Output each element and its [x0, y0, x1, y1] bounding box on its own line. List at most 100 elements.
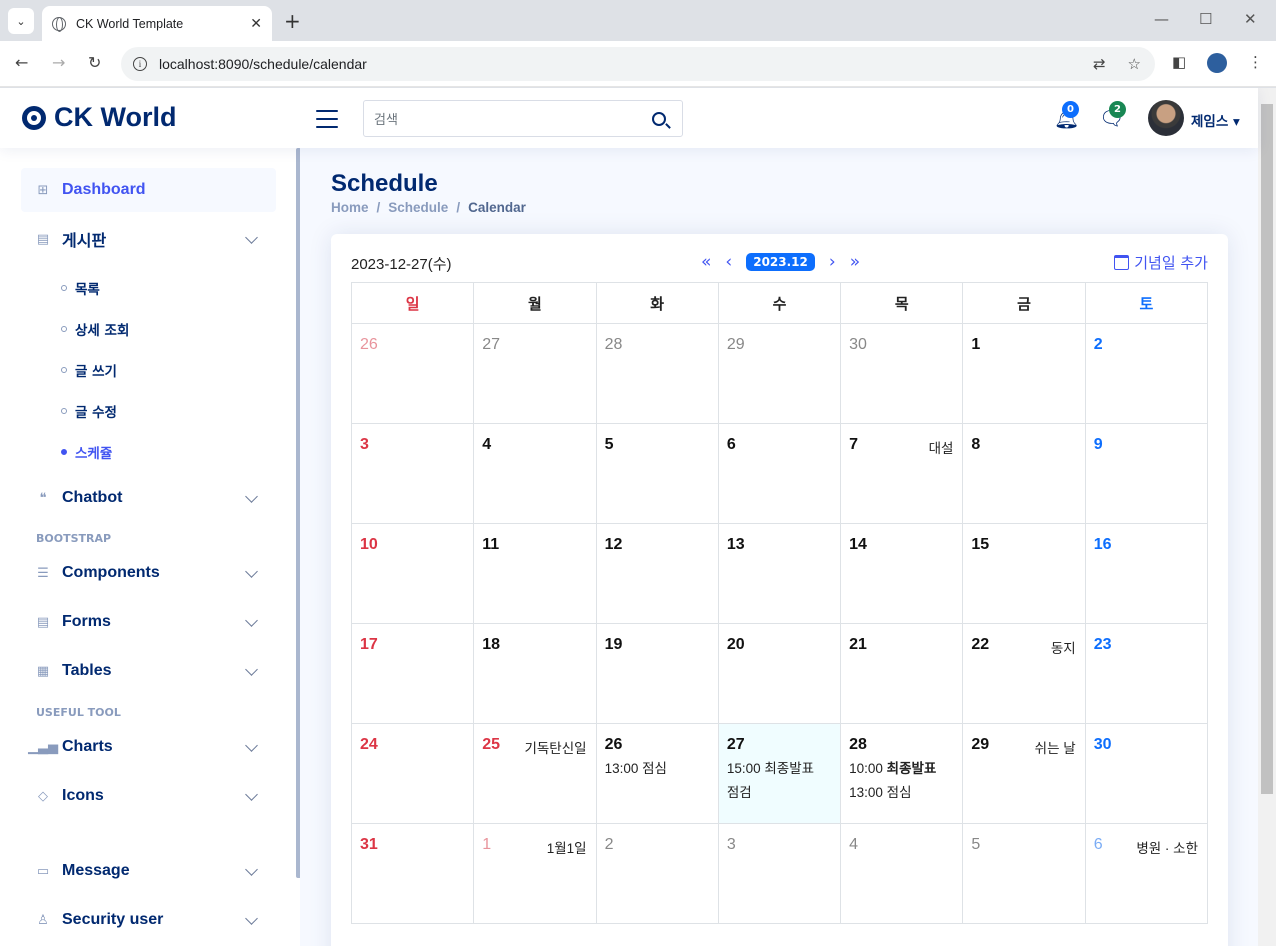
- next-month-icon[interactable]: ›: [829, 252, 836, 272]
- calendar-day-cell[interactable]: 27 15:00 최종발표 점검: [717, 723, 842, 824]
- sidebar-toggle-icon[interactable]: [316, 110, 338, 128]
- breadcrumb-schedule[interactable]: Schedule: [388, 200, 448, 215]
- sidebar-scrollbar[interactable]: [296, 148, 300, 878]
- calendar-day-cell[interactable]: 26 13:00 점심: [595, 723, 719, 824]
- calendar-event[interactable]: 10:00 최종발표: [849, 759, 954, 778]
- calendar-day-cell[interactable]: 6: [717, 423, 842, 524]
- breadcrumb-home[interactable]: Home: [331, 200, 369, 215]
- calendar-day-cell[interactable]: 20: [717, 623, 842, 724]
- user-menu-toggle[interactable]: 제임스 ▾: [1191, 110, 1240, 130]
- maximize-button[interactable]: ☐: [1199, 10, 1212, 28]
- calendar-day-cell[interactable]: 28: [595, 323, 719, 424]
- calendar-day-cell[interactable]: 5: [962, 823, 1086, 924]
- back-icon[interactable]: ←: [15, 53, 28, 72]
- calendar-day-cell[interactable]: 30: [840, 323, 964, 424]
- tab-close-icon[interactable]: ✕: [250, 16, 262, 32]
- calendar-day-cell[interactable]: 9: [1084, 423, 1209, 524]
- calendar-event[interactable]: 13:00 점심: [849, 783, 954, 802]
- sidebar-item-security-user[interactable]: ♙ Security user: [21, 898, 276, 942]
- calendar-day-cell[interactable]: 14: [840, 523, 964, 624]
- calendar-day-cell[interactable]: 4: [840, 823, 964, 924]
- calendar-day-cell[interactable]: 17: [350, 623, 475, 724]
- calendar-day-cell[interactable]: 1: [962, 323, 1086, 424]
- prev-month-icon[interactable]: ‹: [725, 252, 732, 272]
- new-tab-button[interactable]: +: [284, 9, 301, 33]
- translate-icon[interactable]: ⇄: [1093, 55, 1106, 73]
- calendar-event[interactable]: 점검: [727, 783, 832, 802]
- calendar-day-cell[interactable]: 18: [473, 623, 597, 724]
- prev-year-icon[interactable]: «: [701, 252, 711, 272]
- close-window-button[interactable]: ✕: [1244, 10, 1257, 28]
- sidebar-item-charts[interactable]: ▁▃▅ Charts: [21, 725, 276, 769]
- search-icon[interactable]: [652, 111, 666, 126]
- grid-icon: ⊞: [37, 182, 49, 198]
- calendar-day-cell[interactable]: 3: [717, 823, 842, 924]
- sidebar-subitem-list[interactable]: 목록: [61, 278, 100, 298]
- calendar-day-cell[interactable]: 7 대설: [840, 423, 964, 524]
- sidebar-item-icons[interactable]: ◇ Icons: [21, 774, 276, 818]
- sidebar-item-dashboard[interactable]: ⊞ Dashboard: [21, 168, 276, 212]
- sidebar-subitem-edit[interactable]: 글 수정: [61, 401, 117, 421]
- sidebar-subitem-detail[interactable]: 상세 조회: [61, 319, 129, 339]
- sidebar-item-message[interactable]: ▭ Message: [21, 849, 276, 893]
- browser-profile-avatar[interactable]: [1207, 53, 1227, 73]
- calendar-day-cell[interactable]: 25 기독탄신일: [473, 723, 597, 824]
- calendar-day-cell[interactable]: 26: [350, 323, 475, 424]
- calendar-day-cell[interactable]: 31: [350, 823, 475, 924]
- calendar-day-cell[interactable]: 28 10:00 최종발표 13:00 점심: [840, 723, 964, 824]
- calendar-day-cell[interactable]: 24: [350, 723, 475, 824]
- calendar-day-cell[interactable]: 22 동지: [962, 623, 1086, 724]
- side-panel-icon[interactable]: ◧: [1172, 53, 1186, 71]
- sidebar-item-board[interactable]: ▤ 게시판: [21, 217, 276, 261]
- calendar-day-cell[interactable]: 19: [595, 623, 719, 724]
- forward-icon[interactable]: →: [52, 53, 65, 72]
- calendar-event[interactable]: 15:00 최종발표: [727, 759, 832, 778]
- calendar-day-cell[interactable]: 2: [595, 823, 719, 924]
- calendar-day-cell[interactable]: 23: [1084, 623, 1209, 724]
- calendar-day-cell[interactable]: 4: [473, 423, 597, 524]
- message-icon: ▭: [36, 863, 50, 879]
- reload-icon[interactable]: ↻: [88, 53, 101, 72]
- calendar-day-cell[interactable]: 21: [840, 623, 964, 724]
- calendar-day-cell[interactable]: 13: [717, 523, 842, 624]
- search-input[interactable]: 검색: [374, 109, 652, 128]
- sidebar-item-tables[interactable]: ▦ Tables: [21, 649, 276, 693]
- address-bar[interactable]: i localhost:8090/schedule/calendar ⇄ ☆: [121, 47, 1155, 81]
- search-bar[interactable]: 검색: [363, 100, 683, 137]
- sidebar-subitem-schedule[interactable]: 스케쥴: [61, 442, 112, 462]
- add-anniversary-button[interactable]: 기념일 추가: [1114, 252, 1208, 273]
- calendar-day-cell[interactable]: 3: [350, 423, 475, 524]
- sidebar-item-chatbot[interactable]: ❝ Chatbot: [21, 476, 276, 520]
- page-scrollbar-thumb[interactable]: [1261, 104, 1273, 794]
- calendar-day-cell[interactable]: 11: [473, 523, 597, 624]
- minimize-button[interactable]: —: [1154, 10, 1169, 28]
- calendar-day-cell[interactable]: 16: [1084, 523, 1209, 624]
- calendar-day-cell[interactable]: 8: [962, 423, 1086, 524]
- calendar-day-cell[interactable]: 10: [350, 523, 475, 624]
- sidebar-item-forms[interactable]: ▤ Forms: [21, 600, 276, 644]
- sidebar-subitem-write[interactable]: 글 쓰기: [61, 360, 117, 380]
- calendar-day-cell[interactable]: 6 병원 · 소한: [1084, 823, 1209, 924]
- avatar[interactable]: [1148, 100, 1184, 136]
- site-info-icon[interactable]: i: [133, 57, 147, 71]
- circle-icon: [61, 285, 67, 291]
- next-year-icon[interactable]: »: [850, 252, 860, 272]
- page-scrollbar[interactable]: [1258, 88, 1276, 946]
- calendar-day-cell[interactable]: 1 1월1일: [473, 823, 597, 924]
- current-month-badge[interactable]: 2023.12: [746, 253, 815, 271]
- bookmark-star-icon[interactable]: ☆: [1128, 55, 1141, 73]
- calendar-day-cell[interactable]: 27: [473, 323, 597, 424]
- logo[interactable]: CK World: [22, 102, 177, 133]
- sidebar-item-components[interactable]: ☰ Components: [21, 551, 276, 595]
- calendar-event[interactable]: 13:00 점심: [605, 759, 710, 778]
- calendar-day-cell[interactable]: 12: [595, 523, 719, 624]
- calendar-day-cell[interactable]: 15: [962, 523, 1086, 624]
- calendar-day-cell[interactable]: 2: [1084, 323, 1209, 424]
- calendar-day-cell[interactable]: 30: [1084, 723, 1209, 824]
- calendar-day-cell[interactable]: 29: [717, 323, 842, 424]
- chrome-menu-icon[interactable]: ⋮: [1248, 53, 1263, 71]
- calendar-day-cell[interactable]: 29 쉬는 날: [962, 723, 1086, 824]
- tab-search-button[interactable]: ⌄: [8, 8, 34, 34]
- calendar-day-cell[interactable]: 5: [595, 423, 719, 524]
- browser-tab[interactable]: CK World Template ✕: [42, 6, 272, 41]
